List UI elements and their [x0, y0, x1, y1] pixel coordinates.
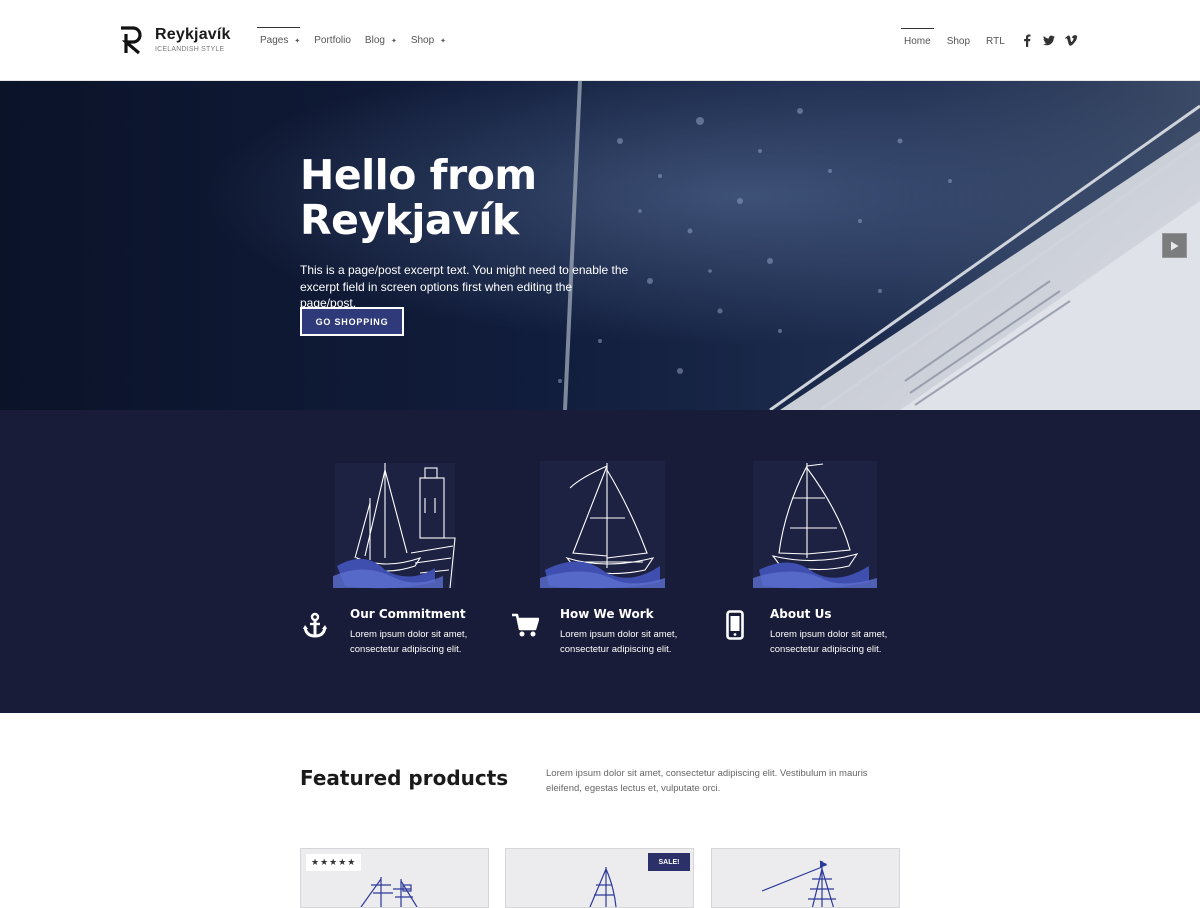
sale-badge: SALE! — [648, 853, 690, 871]
nav-item-blog[interactable]: Blog ✦ — [365, 27, 397, 46]
twitter-icon[interactable] — [1043, 33, 1055, 47]
star-rating: ★★★★★ — [306, 854, 362, 871]
logo-r-icon — [121, 26, 142, 55]
feature-title: Our Commitment — [350, 607, 466, 621]
site-header: Reykjavík ICELANDISH STYLE Pages ✦ Portfo… — [0, 0, 1200, 81]
go-shopping-button[interactable]: GO SHOPPING — [300, 307, 404, 336]
play-video-button[interactable] — [1162, 233, 1187, 258]
feature-description: Lorem ipsum dolor sit amet, consectetur … — [350, 629, 468, 655]
featured-products-heading: Featured products — [300, 766, 509, 790]
nav-item-home[interactable]: Home — [901, 28, 934, 47]
primary-nav: Pages ✦ Portfolio Blog ✦ Shop ✦ — [257, 27, 460, 46]
social-links — [1021, 33, 1077, 47]
site-tagline: ICELANDISH STYLE — [155, 46, 225, 53]
product-card[interactable] — [711, 848, 900, 908]
product-card[interactable]: SALE! — [505, 848, 694, 908]
feature-title: How We Work — [560, 607, 654, 621]
site-title: Reykjavík — [155, 26, 231, 43]
nav-item-shop[interactable]: Shop ✦ — [411, 27, 446, 46]
plus-caret-icon: ✦ — [294, 37, 301, 45]
site-logo[interactable]: Reykjavík ICELANDISH STYLE — [118, 25, 231, 55]
facebook-icon[interactable] — [1021, 33, 1033, 47]
secondary-nav: Home Shop RTL — [901, 28, 1018, 47]
mobile-icon — [720, 610, 750, 640]
features-section: Our Commitment Lorem ipsum dolor sit ame… — [0, 410, 1200, 713]
anchor-icon — [300, 610, 330, 640]
play-icon — [1171, 241, 1179, 250]
hero-banner: Hello from Reykjavík This is a page/post… — [0, 81, 1200, 410]
nav-item-pages[interactable]: Pages ✦ — [257, 27, 301, 46]
hero-background-image — [0, 81, 1200, 410]
nav-item-portfolio[interactable]: Portfolio — [314, 27, 351, 46]
featured-products-description: Lorem ipsum dolor sit amet, consectetur … — [546, 768, 868, 794]
feature-description: Lorem ipsum dolor sit amet, consectetur … — [770, 629, 888, 655]
hero-title: Hello from Reykjavík — [300, 151, 537, 244]
plus-caret-icon: ✦ — [440, 37, 447, 45]
nav-item-rtl[interactable]: RTL — [983, 28, 1005, 47]
yacht-illustration — [753, 461, 877, 589]
product-schooner-image — [761, 860, 836, 907]
feature-description: Lorem ipsum dolor sit amet, consectetur … — [560, 629, 678, 655]
cart-icon — [510, 610, 540, 640]
vimeo-icon[interactable] — [1065, 33, 1077, 47]
sailboat-illustration — [540, 461, 665, 589]
hero-excerpt: This is a page/post excerpt text. You mi… — [300, 263, 629, 310]
plus-caret-icon: ✦ — [390, 37, 397, 45]
sailboat-harbor-illustration — [333, 463, 456, 589]
feature-title: About Us — [770, 607, 832, 621]
nav-item-shop-secondary[interactable]: Shop — [944, 28, 970, 47]
product-card[interactable]: ★★★★★ — [300, 848, 489, 908]
